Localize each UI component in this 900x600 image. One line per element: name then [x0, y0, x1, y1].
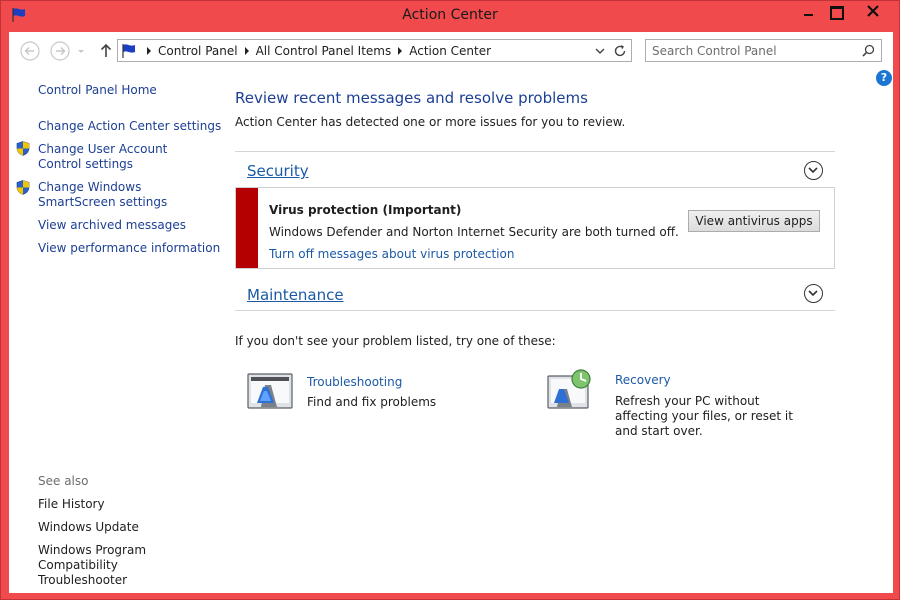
uac-shield-icon — [16, 141, 30, 156]
chevron-up-icon — [808, 167, 818, 174]
recent-locations-dropdown[interactable] — [75, 40, 87, 62]
back-button[interactable] — [19, 40, 41, 62]
page-title: Review recent messages and resolve probl… — [235, 89, 588, 107]
recovery-link[interactable]: Recovery — [615, 373, 671, 387]
alert-title: Virus protection (Important) — [269, 203, 462, 217]
client-area: Control Panel All Control Panel Items Acti… — [9, 32, 893, 593]
search-box[interactable] — [645, 39, 882, 62]
troubleshooting-desc: Find and fix problems — [307, 395, 437, 409]
action-center-window: Action Center Control Panel All Control … — [0, 0, 900, 600]
alert-text: Windows Defender and Norton Internet Sec… — [269, 225, 679, 239]
compatibility-troubleshooter-link[interactable]: Windows Program Compatibility Troublesho… — [38, 543, 208, 588]
page-subtitle: Action Center has detected one or more i… — [235, 115, 626, 129]
turn-off-messages-link[interactable]: Turn off messages about virus protection — [269, 247, 514, 261]
chevron-down-icon[interactable] — [594, 44, 606, 58]
breadcrumb: Control Panel All Control Panel Items Acti… — [140, 44, 491, 58]
up-button[interactable] — [95, 40, 117, 62]
crumb-control-panel[interactable]: Control Panel — [158, 44, 238, 58]
maximize-button[interactable] — [822, 1, 849, 22]
maintenance-section-label: Maintenance — [247, 286, 344, 304]
control-panel-home-link[interactable]: Control Panel Home — [38, 83, 157, 98]
close-icon — [867, 5, 879, 17]
change-uac-settings-link[interactable]: Change User Account Control settings — [38, 142, 213, 172]
refresh-icon[interactable] — [612, 43, 628, 59]
see-also-heading: See also — [38, 474, 89, 488]
chevron-down-icon — [808, 290, 818, 297]
severity-bar — [236, 188, 258, 268]
hint-text: If you don't see your problem listed, tr… — [235, 334, 556, 348]
close-button[interactable] — [850, 1, 896, 22]
search-icon[interactable] — [862, 44, 875, 57]
crumb-action-center[interactable]: Action Center — [409, 44, 491, 58]
minimize-button[interactable] — [795, 1, 821, 22]
divider — [235, 310, 835, 311]
divider — [235, 151, 835, 152]
troubleshooting-link[interactable]: Troubleshooting — [307, 375, 402, 389]
forward-button[interactable] — [49, 40, 71, 62]
help-icon[interactable]: ? — [876, 70, 892, 86]
security-section-label: Security — [247, 162, 309, 180]
windows-update-link[interactable]: Windows Update — [38, 520, 139, 535]
troubleshooting-icon — [247, 373, 293, 409]
uac-shield-icon — [16, 180, 30, 195]
recovery-icon — [547, 369, 591, 409]
window-title: Action Center — [402, 7, 498, 23]
view-archived-messages-link[interactable]: View archived messages — [38, 218, 186, 233]
change-action-center-settings-link[interactable]: Change Action Center settings — [38, 119, 221, 134]
recovery-desc: Refresh your PC without affecting your f… — [615, 394, 793, 438]
security-section-header[interactable]: Security — [247, 162, 309, 180]
maintenance-section-header[interactable]: Maintenance — [247, 286, 344, 304]
search-input[interactable] — [652, 43, 852, 59]
crumb-all-items[interactable]: All Control Panel Items — [256, 44, 392, 58]
maintenance-expand-button[interactable] — [804, 284, 823, 303]
virus-protection-alert: Virus protection (Important) Windows Def… — [235, 187, 835, 269]
change-smartscreen-settings-link[interactable]: Change Windows SmartScreen settings — [38, 180, 213, 210]
security-collapse-button[interactable] — [804, 161, 823, 180]
address-bar[interactable]: Control Panel All Control Panel Items Acti… — [117, 39, 632, 62]
control-panel-icon — [122, 44, 135, 58]
file-history-link[interactable]: File History — [38, 497, 105, 512]
view-performance-information-link[interactable]: View performance information — [38, 241, 220, 256]
title-bar[interactable]: Action Center — [1, 1, 899, 32]
view-antivirus-apps-button[interactable]: View antivirus apps — [688, 210, 820, 232]
